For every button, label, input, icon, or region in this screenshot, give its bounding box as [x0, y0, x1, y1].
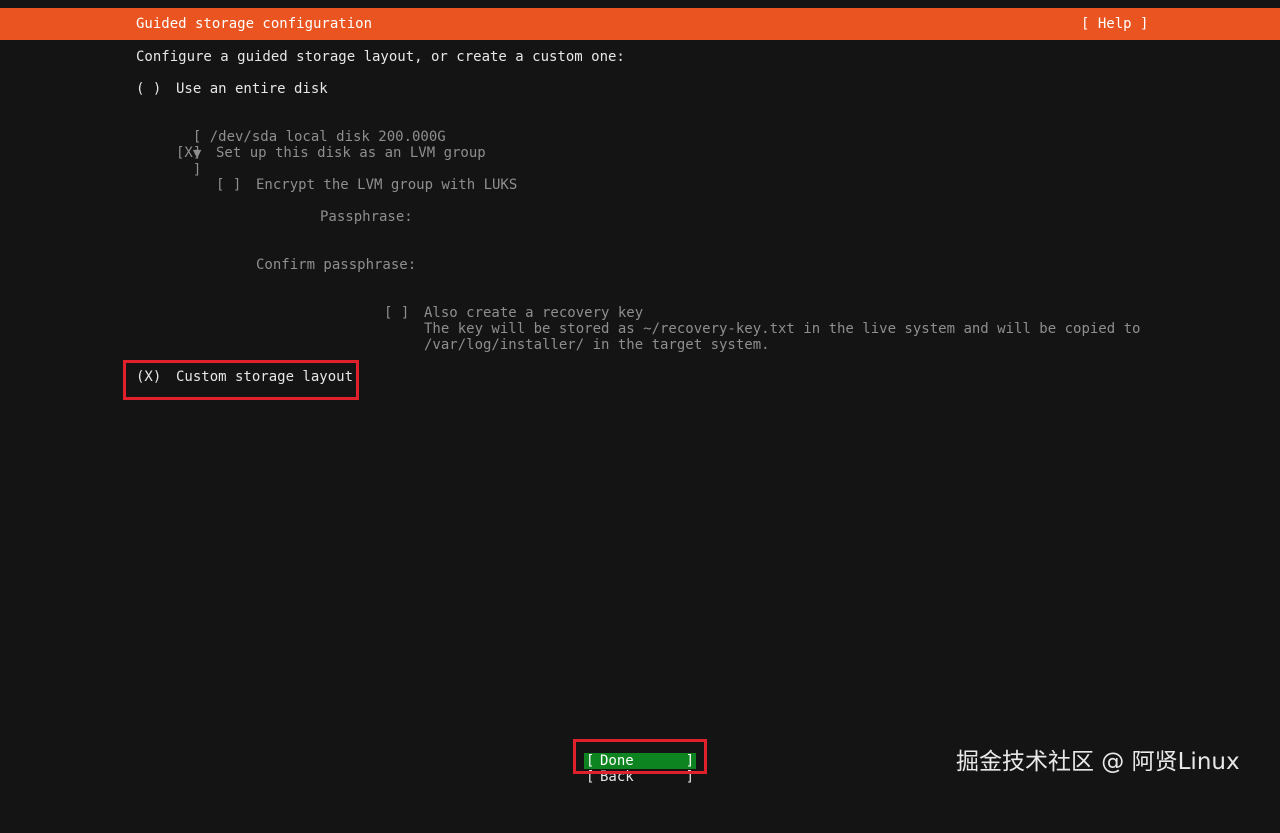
- help-button[interactable]: [ Help ]: [1081, 16, 1148, 32]
- done-button-label: Done: [600, 753, 634, 769]
- intro-text: Configure a guided storage layout, or cr…: [136, 49, 625, 65]
- back-button-open-bracket: [: [586, 769, 595, 785]
- done-button[interactable]: [ Done ]: [584, 753, 696, 769]
- custom-layout-label[interactable]: Custom storage layout: [176, 369, 353, 385]
- recovery-key-note-line-1: The key will be stored as ~/recovery-key…: [424, 321, 1141, 337]
- encrypt-label[interactable]: Encrypt the LVM group with LUKS: [256, 177, 517, 193]
- disk-select-close: ]: [192, 162, 202, 178]
- disk-select[interactable]: [ /dev/sda local disk 200.000G ▼ ]: [176, 113, 446, 178]
- done-button-close-bracket: ]: [685, 753, 694, 769]
- watermark: 掘金技术社区 @ 阿贤Linux: [956, 749, 1240, 775]
- recovery-key-checkbox[interactable]: [ ]: [384, 305, 409, 321]
- lvm-label[interactable]: Set up this disk as an LVM group: [216, 145, 486, 161]
- disk-select-value: [ /dev/sda local disk 200.000G: [192, 129, 446, 145]
- back-button[interactable]: [ Back ]: [584, 769, 696, 785]
- custom-layout-radio[interactable]: (X): [136, 369, 161, 385]
- passphrase-input[interactable]: [416, 209, 816, 225]
- back-button-label: Back: [600, 769, 634, 785]
- entire-disk-radio[interactable]: ( ): [136, 81, 161, 97]
- entire-disk-label[interactable]: Use an entire disk: [176, 81, 328, 97]
- encrypt-checkbox[interactable]: [ ]: [216, 177, 241, 193]
- confirm-passphrase-label: Confirm passphrase:: [256, 257, 417, 273]
- header-bar: Guided storage configuration [ Help ]: [0, 8, 1280, 40]
- back-button-close-bracket: ]: [685, 769, 694, 785]
- recovery-key-note-line-2: /var/log/installer/ in the target system…: [424, 337, 770, 353]
- confirm-passphrase-input[interactable]: [416, 257, 816, 273]
- lvm-checkbox[interactable]: [X]: [176, 145, 201, 161]
- recovery-key-label[interactable]: Also create a recovery key: [424, 305, 643, 321]
- page-title: Guided storage configuration: [136, 16, 373, 32]
- passphrase-label: Passphrase:: [320, 209, 413, 225]
- done-button-open-bracket: [: [586, 753, 595, 769]
